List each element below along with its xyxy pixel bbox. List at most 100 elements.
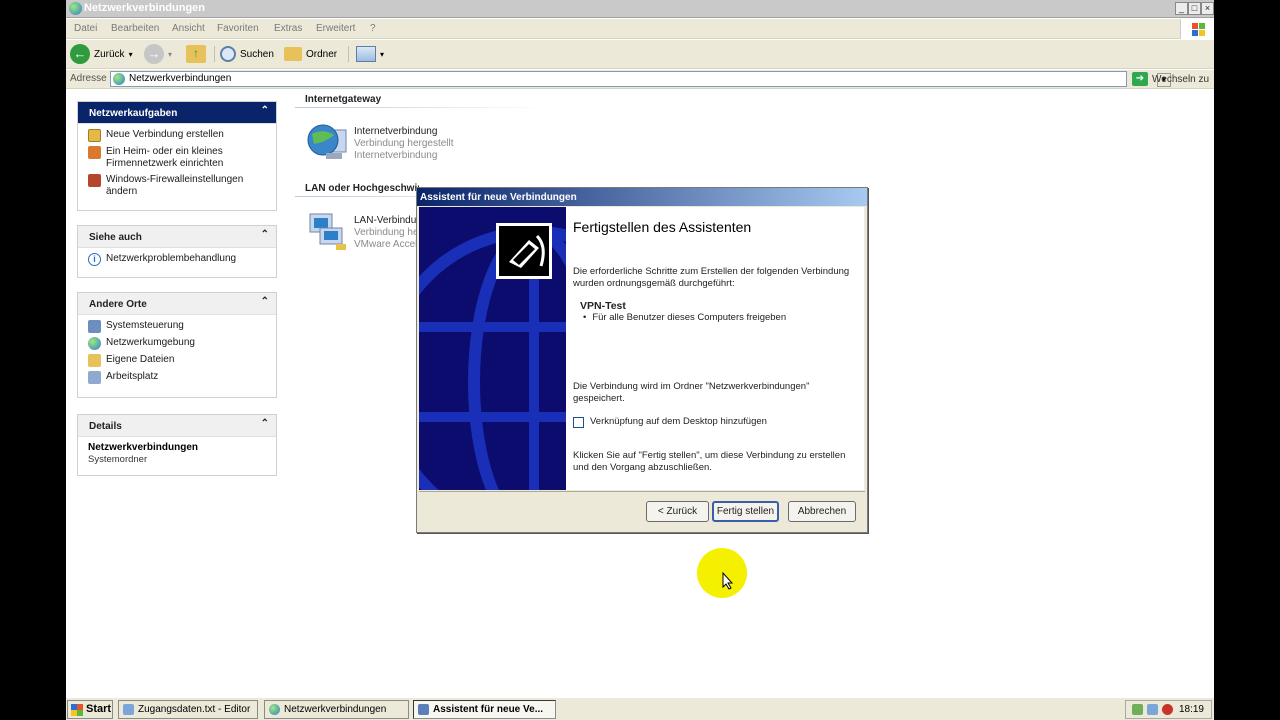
menu-datei[interactable]: Datei [74,23,97,34]
views-icon [356,46,376,62]
control-panel-icon [88,320,101,333]
menu-bearbeiten[interactable]: Bearbeiten [111,23,159,34]
cancel-button[interactable]: Abbrechen [788,501,856,522]
other-places-header[interactable]: Andere Orte ⌃ [78,293,276,315]
taskbar-item-network-connections[interactable]: Netzwerkverbindungen [264,700,409,719]
maximize-button[interactable]: □ [1188,2,1201,15]
chevron-down-icon: ▾ [380,49,385,59]
sidebar-item-network-places[interactable]: Netzwerkumgebung [88,337,266,350]
system-tray: 18:19 [1125,700,1212,719]
back-label: Zurück [94,48,125,60]
other-places-title: Andere Orte [89,299,147,310]
collapse-icon[interactable]: ⌃ [261,105,269,116]
connection-name: LAN-Verbindung [354,215,416,226]
menu-erweitert[interactable]: Erweitert [316,23,355,34]
close-button[interactable]: × [1201,2,1214,15]
internet-connection-item[interactable]: Internetverbindung Verbindung hergestell… [354,126,454,162]
sidebar-item-control-panel[interactable]: Systemsteuerung [88,320,266,333]
go-button[interactable]: ➔ Wechseln zu [1132,72,1209,86]
collapse-icon[interactable]: ⌃ [261,229,269,240]
minimize-button[interactable]: _ [1175,2,1188,15]
sidebar-item-troubleshooting[interactable]: i Netzwerkproblembehandlung [88,253,266,266]
desktop-shortcut-checkbox[interactable] [573,416,584,428]
sidebar-item-my-computer[interactable]: Arbeitsplatz [88,371,266,384]
explorer-window: Netzwerkverbindungen _ □ × Datei Bearbei… [66,0,1214,720]
info-icon: i [88,253,101,266]
security-alert-icon[interactable] [1162,704,1173,715]
collapse-icon[interactable]: ⌃ [261,418,269,429]
network-connections-icon [269,704,280,715]
see-also-pane: Siehe auch ⌃ i Netzwerkproblembehandlung [77,225,277,278]
new-connection-icon [88,129,101,142]
views-button[interactable]: ▾ [356,44,384,64]
network-status-icon[interactable] [1132,704,1143,715]
connection-detail-item: • Für alle Benutzer dieses Computers fre… [583,312,868,324]
up-folder-button[interactable]: ↑ [186,44,206,64]
taskbar-item-label: Zugangsdaten.txt - Editor [138,704,251,715]
search-button[interactable]: Suchen [220,44,274,64]
taskbar-item-wizard[interactable]: Assistent für neue Ve... [413,700,556,719]
lan-connection-icon[interactable] [306,210,348,252]
folder-icon [284,47,302,61]
sidebar-item-label: Netzwerkproblembehandlung [106,253,237,264]
back-button[interactable]: ← Zurück ▾ [70,44,133,64]
search-icon [220,46,236,62]
network-tasks-title: Netzwerkaufgaben [89,108,178,119]
wizard-saved-text: Die Verbindung wird im Ordner "Netzwerkv… [573,381,810,404]
taskbar-item-label: Assistent für neue Ve... [433,704,544,715]
network-tasks-pane: Netzwerkaufgaben ⌃ Neue Verbindung erste… [77,101,277,211]
windows-logo-icon [1180,19,1214,39]
details-type: Systemordner [88,454,148,465]
start-button[interactable]: Start [67,700,113,719]
address-label: Adresse [70,73,107,84]
desktop-shortcut-label: Verknüpfung auf dem Desktop hinzufügen [590,416,767,427]
internet-connection-icon[interactable] [306,120,348,162]
forward-arrow-icon: → [144,44,164,64]
back-button[interactable]: < Zurück [646,501,709,522]
menu-help[interactable]: ? [370,23,376,34]
wizard-banner [419,207,566,490]
sidebar-item-firewall[interactable]: Windows-Firewalleinstellungen ändern [88,174,266,198]
up-folder-icon: ↑ [186,45,206,63]
menu-favoriten[interactable]: Favoriten [217,23,259,34]
menu-bar: Datei Bearbeiten Ansicht Favoriten Extra… [66,19,1214,39]
go-label: Wechseln zu [1152,73,1210,85]
folders-button[interactable]: Ordner [284,44,337,64]
mouse-pointer-icon [722,572,734,590]
search-label: Suchen [240,48,274,60]
desktop-shortcut-option[interactable]: Verknüpfung auf dem Desktop hinzufügen [573,416,858,428]
group-title-lan: LAN oder Hochgeschwindigkeitsinternet [305,183,419,194]
network-activity-icon[interactable] [1147,704,1158,715]
start-label: Start [86,703,112,715]
firewall-icon [88,174,101,187]
toolbar: ← Zurück ▾ → ▾ ↑ Suchen Ordner ▾ [66,40,1214,69]
forward-button[interactable]: → ▾ [144,44,172,64]
see-also-header[interactable]: Siehe auch ⌃ [78,226,276,248]
chevron-down-icon: ▾ [128,49,133,59]
sidebar-item-label: Eigene Dateien [106,354,175,365]
back-arrow-icon: ← [70,44,90,64]
details-header[interactable]: Details ⌃ [78,415,276,437]
taskbar-item-editor[interactable]: Zugangsdaten.txt - Editor [118,700,258,719]
sidebar-item-new-connection[interactable]: Neue Verbindung erstellen [88,129,266,142]
clock: 18:19 [1178,704,1204,715]
my-documents-icon [88,354,101,367]
sidebar-item-label: Windows-Firewalleinstellungen ändern [106,174,244,197]
see-also-title: Siehe auch [89,232,142,243]
bullet-icon: • [583,312,587,323]
sidebar-item-home-network[interactable]: Ein Heim- oder ein kleines Firmennetzwer… [88,146,266,170]
wizard-heading: Fertigstellen des Assistenten [573,219,752,235]
network-cable-icon [499,226,549,276]
sidebar-item-my-documents[interactable]: Eigene Dateien [88,354,266,367]
network-tasks-header[interactable]: Netzwerkaufgaben ⌃ [78,102,276,124]
collapse-icon[interactable]: ⌃ [261,296,269,307]
network-connections-icon [69,2,82,15]
menu-extras[interactable]: Extras [274,23,302,34]
details-title: Details [89,421,122,432]
lan-connection-item[interactable]: LAN-Verbindung Verbindung hergestellt VM… [354,215,416,251]
wizard-content: Fertigstellen des Assistenten Die erford… [566,207,864,490]
finish-button[interactable]: Fertig stellen [712,501,779,522]
address-input[interactable]: Netzwerkverbindungen ▼ [110,71,1171,87]
group-title-internet-gateway: Internetgateway [305,94,382,105]
menu-ansicht[interactable]: Ansicht [172,23,205,34]
